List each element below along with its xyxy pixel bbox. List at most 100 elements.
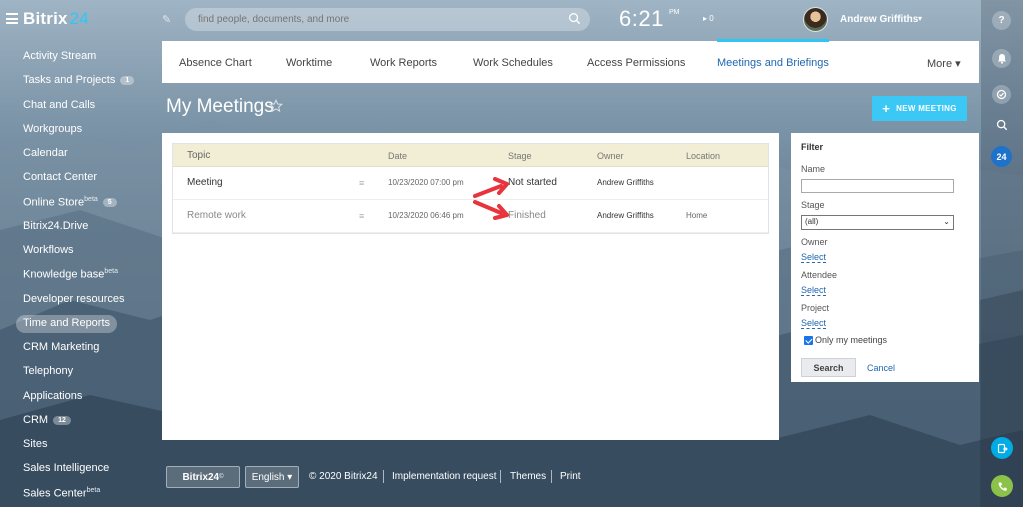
- sidebar-item-calendar[interactable]: Calendar: [16, 145, 75, 163]
- footer-link-print[interactable]: Print: [560, 471, 581, 482]
- tab-work-schedules[interactable]: Work Schedules: [473, 57, 553, 69]
- sidebar-item-contact-center[interactable]: Contact Center: [16, 169, 104, 187]
- sidebar-item-bitrix24-drive[interactable]: Bitrix24.Drive: [16, 218, 95, 236]
- tabs-bar: Absence Chart Worktime Work Reports Work…: [162, 41, 979, 83]
- search-input[interactable]: [185, 8, 590, 31]
- column-header-topic[interactable]: Topic: [187, 150, 210, 161]
- tab-worktime[interactable]: Worktime: [286, 57, 332, 69]
- footer-separator: [500, 470, 501, 483]
- pencil-icon[interactable]: ✎: [162, 13, 171, 26]
- bitrix24-badge-icon[interactable]: 24: [991, 146, 1012, 167]
- filter-project-label: Project: [801, 303, 830, 313]
- tab-more[interactable]: More ▾: [927, 57, 961, 70]
- beta-tag: beta: [84, 195, 98, 203]
- sidebar-item-label: Online Store: [23, 196, 85, 209]
- filter-search-button[interactable]: Search: [801, 358, 856, 377]
- filter-stage-label: Stage: [801, 200, 825, 210]
- column-header-date[interactable]: Date: [388, 151, 407, 161]
- sidebar-item-applications[interactable]: Applications: [16, 388, 89, 406]
- phone-icon[interactable]: [991, 475, 1013, 497]
- avatar[interactable]: [803, 7, 828, 32]
- filter-owner-select-link[interactable]: Select: [801, 252, 827, 263]
- grid-header: Topic Date Stage Owner Location: [173, 144, 768, 167]
- sidebar-item-label: Tasks and Projects: [23, 74, 116, 87]
- footer-copyright: © 2020 Bitrix24: [309, 471, 378, 482]
- sidebar-item-knowledge-base[interactable]: Knowledge basebeta: [16, 266, 125, 284]
- new-meeting-button[interactable]: + NEW MEETING: [872, 96, 967, 121]
- chevron-down-icon[interactable]: ▾: [918, 14, 922, 23]
- sidebar-item-label: Chat and Calls: [23, 98, 96, 111]
- filter-name-input[interactable]: [801, 179, 954, 193]
- sidebar-item-telephony[interactable]: Telephony: [16, 363, 80, 381]
- filter-title: Filter: [801, 142, 824, 152]
- column-header-location[interactable]: Location: [686, 151, 720, 161]
- counter-badge: 1: [120, 76, 135, 86]
- counter-badge: 5: [102, 198, 117, 208]
- new-meeting-label: NEW MEETING: [896, 104, 957, 113]
- tab-work-reports[interactable]: Work Reports: [370, 57, 437, 69]
- filter-project-select-link[interactable]: Select: [801, 318, 827, 329]
- filter-attendee-select-link[interactable]: Select: [801, 285, 827, 296]
- footer-brand-button[interactable]: Bitrix24 ©: [166, 466, 240, 488]
- language-select[interactable]: English ▾: [245, 466, 299, 488]
- app-logo[interactable]: Bitrix 24: [23, 9, 89, 29]
- sidebar-item-label: Contact Center: [23, 171, 97, 184]
- bell-icon[interactable]: [992, 49, 1011, 68]
- footer-separator: [551, 470, 552, 483]
- star-icon[interactable]: [269, 99, 283, 113]
- row-menu-icon[interactable]: ≡: [359, 178, 364, 188]
- sidebar-item-label: Applications: [23, 389, 83, 402]
- sidebar-item-label: Bitrix24.Drive: [23, 219, 89, 232]
- plus-icon: +: [882, 101, 891, 116]
- tab-absence-chart[interactable]: Absence Chart: [179, 57, 252, 69]
- row-location: Home: [686, 211, 708, 220]
- only-my-meetings-label[interactable]: Only my meetings: [815, 335, 887, 345]
- footer-link-implementation[interactable]: Implementation request: [392, 471, 497, 482]
- row-menu-icon[interactable]: ≡: [359, 211, 364, 221]
- sidebar-item-sales-intelligence[interactable]: Sales Intelligence: [16, 460, 116, 478]
- open-channel-icon[interactable]: [991, 437, 1013, 459]
- search-icon[interactable]: [992, 115, 1011, 134]
- sidebar-item-label: Calendar: [23, 147, 68, 159]
- row-topic[interactable]: Meeting: [187, 177, 223, 188]
- sidebar-item-sites[interactable]: Sites: [16, 436, 54, 454]
- sidebar-item-crm-marketing[interactable]: CRM Marketing: [16, 339, 106, 357]
- sidebar-item-label: Sites: [23, 438, 48, 450]
- column-header-stage[interactable]: Stage: [508, 151, 532, 161]
- search-icon[interactable]: [568, 12, 581, 25]
- sidebar-item-workgroups[interactable]: Workgroups: [16, 121, 89, 139]
- column-header-owner[interactable]: Owner: [597, 151, 624, 161]
- page-title: My Meetings: [166, 96, 274, 117]
- tab-access-permissions[interactable]: Access Permissions: [587, 57, 685, 69]
- active-tab-underline: [717, 39, 829, 42]
- tab-meetings-and-briefings[interactable]: Meetings and Briefings: [717, 57, 829, 69]
- right-rail: ? 24: [981, 0, 1023, 507]
- play-counter[interactable]: ▸ 0: [703, 14, 714, 23]
- sidebar-item-chat-and-calls[interactable]: Chat and Calls: [16, 97, 102, 115]
- filter-panel: Filter Name Stage (all) ⌄ Owner Select At…: [791, 133, 979, 382]
- clock-time[interactable]: 6:21: [619, 6, 664, 32]
- sidebar-item-developer-resources[interactable]: Developer resources: [16, 291, 132, 309]
- sidebar-item-online-store[interactable]: Online Storebeta 5: [16, 194, 124, 212]
- menu-icon[interactable]: [6, 13, 18, 24]
- sidebar-item-sales-center[interactable]: Sales Centerbeta: [16, 485, 107, 503]
- sidebar-item-label: Knowledge base: [23, 268, 105, 281]
- footer-link-themes[interactable]: Themes: [510, 471, 546, 482]
- filter-cancel-link[interactable]: Cancel: [867, 363, 895, 373]
- sidebar-item-label: Sales Intelligence: [23, 462, 110, 475]
- help-icon[interactable]: ?: [992, 11, 1011, 30]
- clock-ampm: PM: [669, 9, 680, 16]
- only-my-meetings-checkbox[interactable]: [804, 336, 813, 345]
- filter-stage-select[interactable]: (all) ⌄: [801, 215, 954, 230]
- top-bar: Bitrix24 ✎ 6:21 PM ▸ 0 Andrew Griffiths …: [0, 0, 1023, 40]
- sidebar-item-workflows[interactable]: Workflows: [16, 242, 81, 260]
- chat-icon[interactable]: [992, 85, 1011, 104]
- row-topic[interactable]: Remote work: [187, 210, 246, 221]
- sidebar-item-tasks-and-projects[interactable]: Tasks and Projects 1: [16, 72, 141, 90]
- footer-separator: [383, 470, 384, 483]
- sidebar-item-time-and-reports[interactable]: Time and Reports: [16, 314, 118, 333]
- sidebar-item-crm[interactable]: CRM 12: [16, 412, 78, 430]
- sidebar-item-activity-stream[interactable]: Activity Stream: [16, 48, 103, 66]
- sidebar-item-label: Developer resources: [23, 292, 125, 305]
- user-name[interactable]: Andrew Griffiths: [840, 14, 918, 25]
